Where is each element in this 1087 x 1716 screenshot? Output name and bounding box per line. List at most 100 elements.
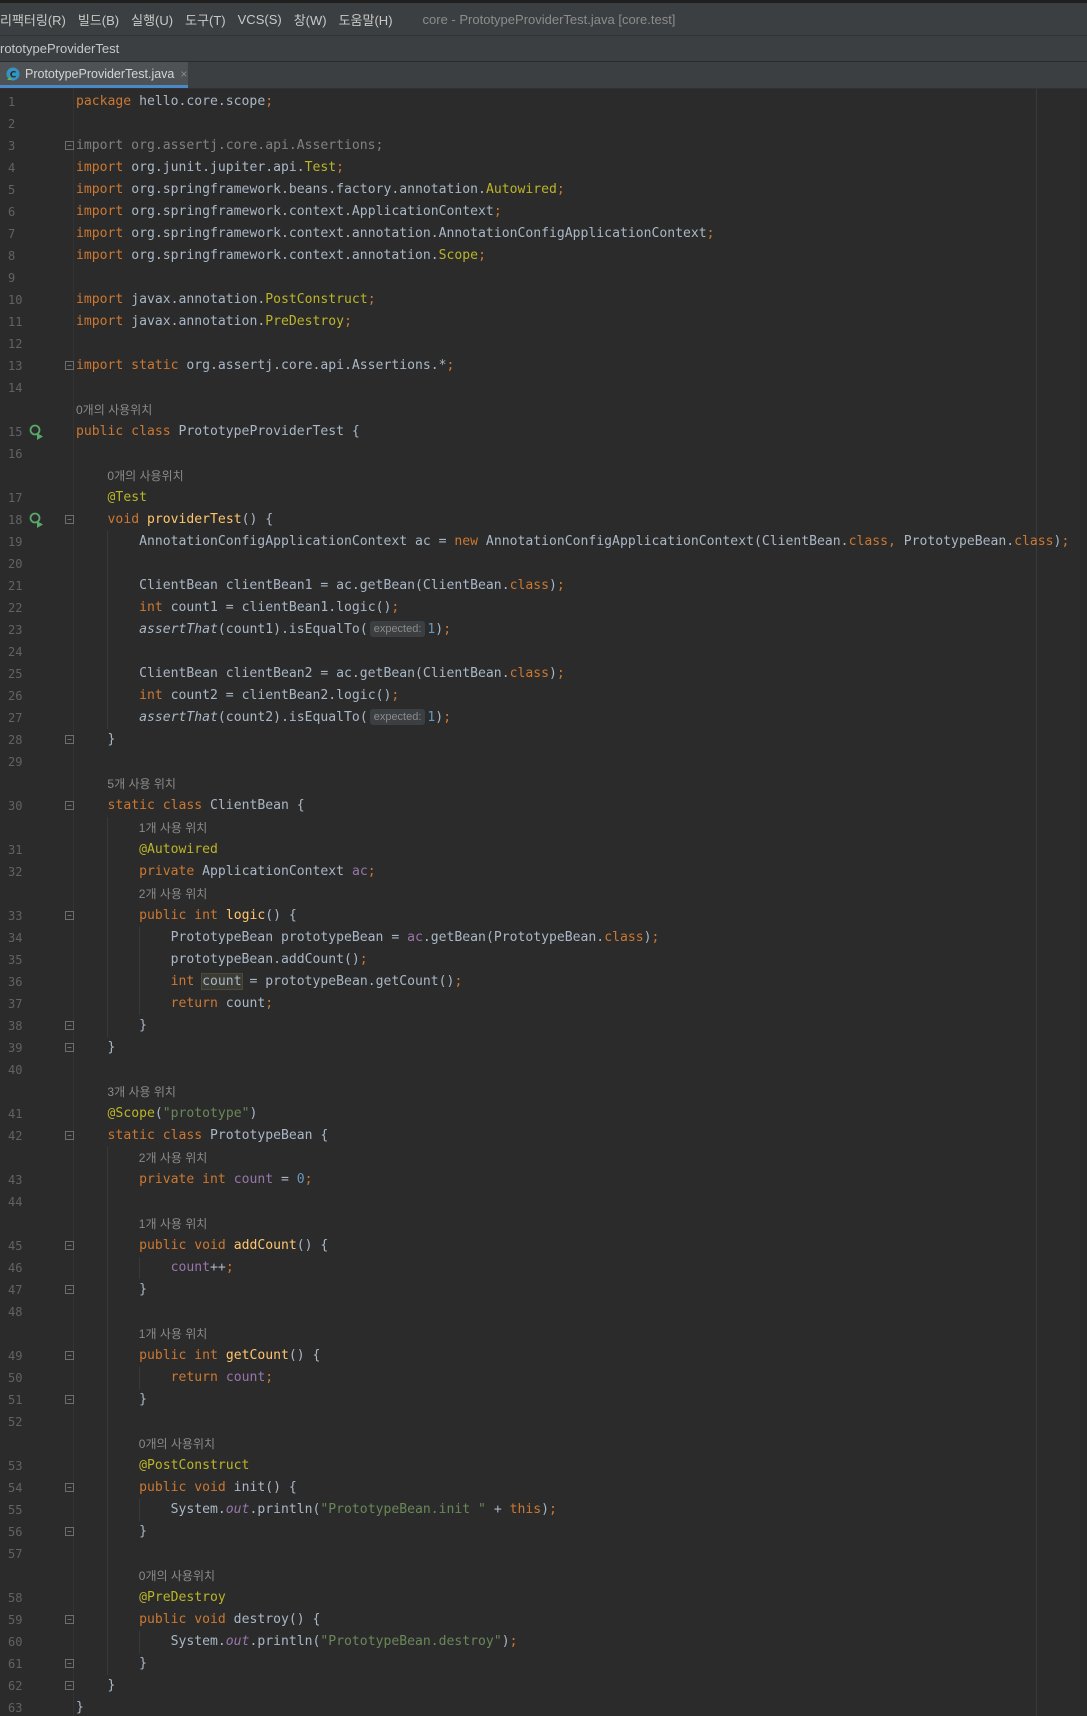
run-test-icon[interactable] xyxy=(29,424,45,440)
code-line[interactable]: } xyxy=(76,1697,84,1716)
line-number: 41 xyxy=(8,1107,23,1121)
code-editor[interactable]: 1 package hello.core.scope; 2 3 import org.a… xyxy=(0,89,1087,1716)
fold-marker-icon[interactable] xyxy=(65,1021,74,1030)
code-line[interactable]: assertThat(count2).isEqualTo(expected: 1)… xyxy=(76,707,451,729)
usage-hint[interactable]: 0개의 사용위치 xyxy=(139,1433,215,1455)
code-token: PostConstruct xyxy=(265,292,368,307)
fold-marker-icon[interactable] xyxy=(65,1395,74,1404)
usage-hint[interactable]: 3개 사용 위치 xyxy=(107,1081,176,1103)
code-line[interactable]: System.out.println("PrototypeBean.init "… xyxy=(76,1499,557,1521)
code-line[interactable]: public void addCount() { xyxy=(76,1235,328,1257)
code-line[interactable]: private ApplicationContext ac; xyxy=(76,861,376,883)
code-line[interactable]: private int count = 0; xyxy=(76,1169,312,1191)
run-test-icon[interactable] xyxy=(29,512,45,528)
code-line[interactable]: import org.springframework.beans.factory… xyxy=(76,179,565,201)
code-line[interactable]: import org.assertj.core.api.Assertions; xyxy=(76,135,383,157)
menu-run[interactable]: 실행(U) xyxy=(119,10,173,29)
fold-marker-icon[interactable] xyxy=(65,735,74,744)
code-line[interactable]: ClientBean clientBean2 = ac.getBean(Clie… xyxy=(76,663,565,685)
code-line[interactable]: package hello.core.scope; xyxy=(76,91,273,113)
menu-build[interactable]: 빌드(B) xyxy=(66,10,119,29)
code-line[interactable]: @Autowired xyxy=(76,839,218,861)
code-token: ; xyxy=(1061,534,1070,549)
usage-hint[interactable]: 1개 사용 위치 xyxy=(139,1323,208,1345)
fold-marker-icon[interactable] xyxy=(65,1285,74,1294)
code-line[interactable]: void providerTest() { xyxy=(76,509,274,531)
code-token: class xyxy=(604,930,644,945)
code-line[interactable]: } xyxy=(76,1653,147,1675)
code-line[interactable]: import org.junit.jupiter.api.Test; xyxy=(76,157,344,179)
code-line[interactable]: int count2 = clientBean2.logic(); xyxy=(76,685,399,707)
code-line[interactable]: count++; xyxy=(76,1257,234,1279)
code-line[interactable]: PrototypeBean prototypeBean = ac.getBean… xyxy=(76,927,660,949)
usage-hint[interactable]: 1개 사용 위치 xyxy=(139,1213,208,1235)
code-line[interactable]: int count = prototypeBean.getCount(); xyxy=(76,971,462,993)
usage-hint[interactable]: 0개의 사용위치 xyxy=(107,465,183,487)
code-line[interactable]: return count; xyxy=(76,993,274,1015)
code-line[interactable]: public int logic() { xyxy=(76,905,297,927)
code-line[interactable]: } xyxy=(76,1675,116,1697)
code-line[interactable]: public void destroy() { xyxy=(76,1609,320,1631)
code-line[interactable]: assertThat(count1).isEqualTo(expected: 1)… xyxy=(76,619,451,641)
code-line[interactable]: import static org.assertj.core.api.Asser… xyxy=(76,355,454,377)
fold-marker-icon[interactable] xyxy=(65,1131,74,1140)
menu-bar: 리팩터링(R) 빌드(B) 실행(U) 도구(T) VCS(S) 창(W) 도움… xyxy=(0,0,1087,35)
menu-window[interactable]: 창(W) xyxy=(282,10,327,29)
tab-prototype-provider-test[interactable]: C PrototypeProviderTest.java × xyxy=(0,62,188,88)
code-line[interactable]: static class ClientBean { xyxy=(76,795,305,817)
code-token: } xyxy=(76,1524,147,1539)
code-line[interactable]: @Scope("prototype") xyxy=(76,1103,258,1125)
fold-marker-icon[interactable] xyxy=(65,801,74,810)
fold-marker-icon[interactable] xyxy=(65,1527,74,1536)
fold-marker-icon[interactable] xyxy=(65,515,74,524)
code-line[interactable]: public void init() { xyxy=(76,1477,297,1499)
fold-marker-icon[interactable] xyxy=(65,1241,74,1250)
fold-marker-icon[interactable] xyxy=(65,141,74,150)
fold-marker-icon[interactable] xyxy=(65,1659,74,1668)
code-line[interactable]: } xyxy=(76,1279,147,1301)
fold-marker-icon[interactable] xyxy=(65,1351,74,1360)
code-line[interactable]: prototypeBean.addCount(); xyxy=(76,949,368,971)
usage-hint[interactable]: 2개 사용 위치 xyxy=(139,1147,208,1169)
breadcrumb-item[interactable]: rototypeProviderTest xyxy=(0,41,119,56)
menu-refactor[interactable]: 리팩터링(R) xyxy=(0,10,66,29)
close-icon[interactable]: × xyxy=(180,67,187,81)
usage-hint[interactable]: 1개 사용 위치 xyxy=(139,817,208,839)
code-line[interactable]: } xyxy=(76,1015,147,1037)
code-line[interactable]: } xyxy=(76,1521,147,1543)
code-line[interactable]: ClientBean clientBean1 = ac.getBean(Clie… xyxy=(76,575,565,597)
code-line[interactable]: public int getCount() { xyxy=(76,1345,320,1367)
code-token: ) xyxy=(249,1106,258,1121)
menu-vcs[interactable]: VCS(S) xyxy=(226,12,282,27)
usage-hint[interactable]: 0개의 사용위치 xyxy=(139,1565,215,1587)
code-token: count1 = clientBean1.logic() xyxy=(162,600,392,615)
code-line[interactable]: AnnotationConfigApplicationContext ac = … xyxy=(76,531,1069,553)
fold-marker-icon[interactable] xyxy=(65,1615,74,1624)
code-line[interactable]: @Test xyxy=(76,487,147,509)
usage-hint[interactable]: 0개의 사용위치 xyxy=(76,399,152,421)
code-line[interactable]: import javax.annotation.PostConstruct; xyxy=(76,289,376,311)
code-line[interactable]: } xyxy=(76,1389,147,1411)
code-line[interactable]: @PreDestroy xyxy=(76,1587,226,1609)
usage-hint[interactable]: 5개 사용 위치 xyxy=(107,773,176,795)
fold-marker-icon[interactable] xyxy=(65,911,74,920)
code-line[interactable]: import org.springframework.context.annot… xyxy=(76,223,715,245)
fold-marker-icon[interactable] xyxy=(65,1681,74,1690)
code-line[interactable]: import javax.annotation.PreDestroy; xyxy=(76,311,352,333)
code-line[interactable]: import org.springframework.context.Appli… xyxy=(76,201,502,223)
code-line[interactable]: int count1 = clientBean1.logic(); xyxy=(76,597,399,619)
code-line[interactable]: import org.springframework.context.annot… xyxy=(76,245,486,267)
code-line[interactable]: } xyxy=(76,1037,116,1059)
fold-marker-icon[interactable] xyxy=(65,1043,74,1052)
code-line[interactable]: return count; xyxy=(76,1367,274,1389)
fold-marker-icon[interactable] xyxy=(65,1483,74,1492)
menu-tools[interactable]: 도구(T) xyxy=(173,10,226,29)
menu-help[interactable]: 도움말(H) xyxy=(327,10,393,29)
code-line[interactable]: public class PrototypeProviderTest { xyxy=(76,421,360,443)
code-line[interactable]: @PostConstruct xyxy=(76,1455,249,1477)
code-line[interactable]: System.out.println("PrototypeBean.destro… xyxy=(76,1631,518,1653)
fold-marker-icon[interactable] xyxy=(65,361,74,370)
usage-hint[interactable]: 2개 사용 위치 xyxy=(139,883,208,905)
code-line[interactable]: static class PrototypeBean { xyxy=(76,1125,329,1147)
code-line[interactable]: } xyxy=(76,729,116,751)
